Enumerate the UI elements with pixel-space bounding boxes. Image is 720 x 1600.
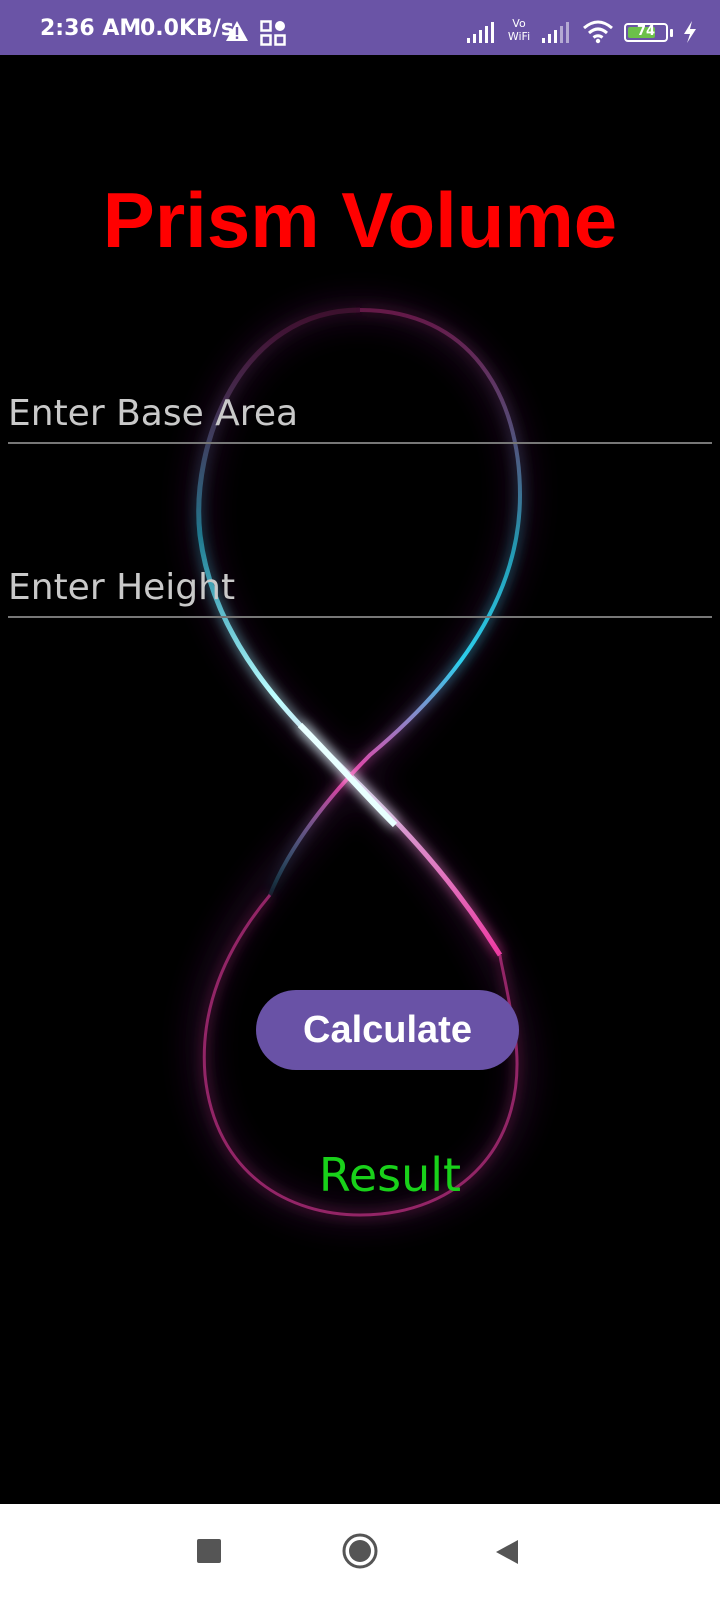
- navigation-bar: [0, 1504, 720, 1600]
- result-label: Result: [318, 1148, 462, 1202]
- signal-icon: [542, 22, 569, 43]
- battery-level: 74: [636, 24, 656, 39]
- home-circle-icon[interactable]: [341, 1532, 379, 1570]
- infinity-glow-background: [183, 294, 539, 1231]
- page-title: Prism Volume: [102, 176, 618, 264]
- signal-icon: [467, 22, 494, 43]
- back-triangle-icon[interactable]: [494, 1538, 520, 1566]
- status-bar: 2:36 AM 0.0KB/s Vo WiFi 74: [0, 0, 720, 55]
- warning-icon: [226, 21, 248, 41]
- qr-icon: [260, 20, 286, 46]
- status-time: 2:36 AM: [40, 16, 142, 41]
- vowifi-icon: Vo WiFi: [508, 17, 530, 42]
- wifi-icon: [583, 20, 613, 44]
- height-input[interactable]: [8, 562, 712, 618]
- network-speed: 0.0KB/s: [140, 16, 234, 41]
- charging-bolt-icon: [684, 21, 696, 43]
- recents-square-icon[interactable]: [196, 1538, 222, 1564]
- app-screen: 2:36 AM 0.0KB/s Vo WiFi 74 Prism Volume …: [0, 0, 720, 1600]
- base-area-input[interactable]: [8, 388, 712, 444]
- vowifi-bottom-label: WiFi: [508, 30, 530, 42]
- battery-tip: [670, 29, 673, 37]
- vowifi-top-label: Vo: [512, 17, 526, 30]
- battery-icon: 74: [624, 23, 668, 42]
- calculate-button[interactable]: Calculate: [256, 990, 519, 1070]
